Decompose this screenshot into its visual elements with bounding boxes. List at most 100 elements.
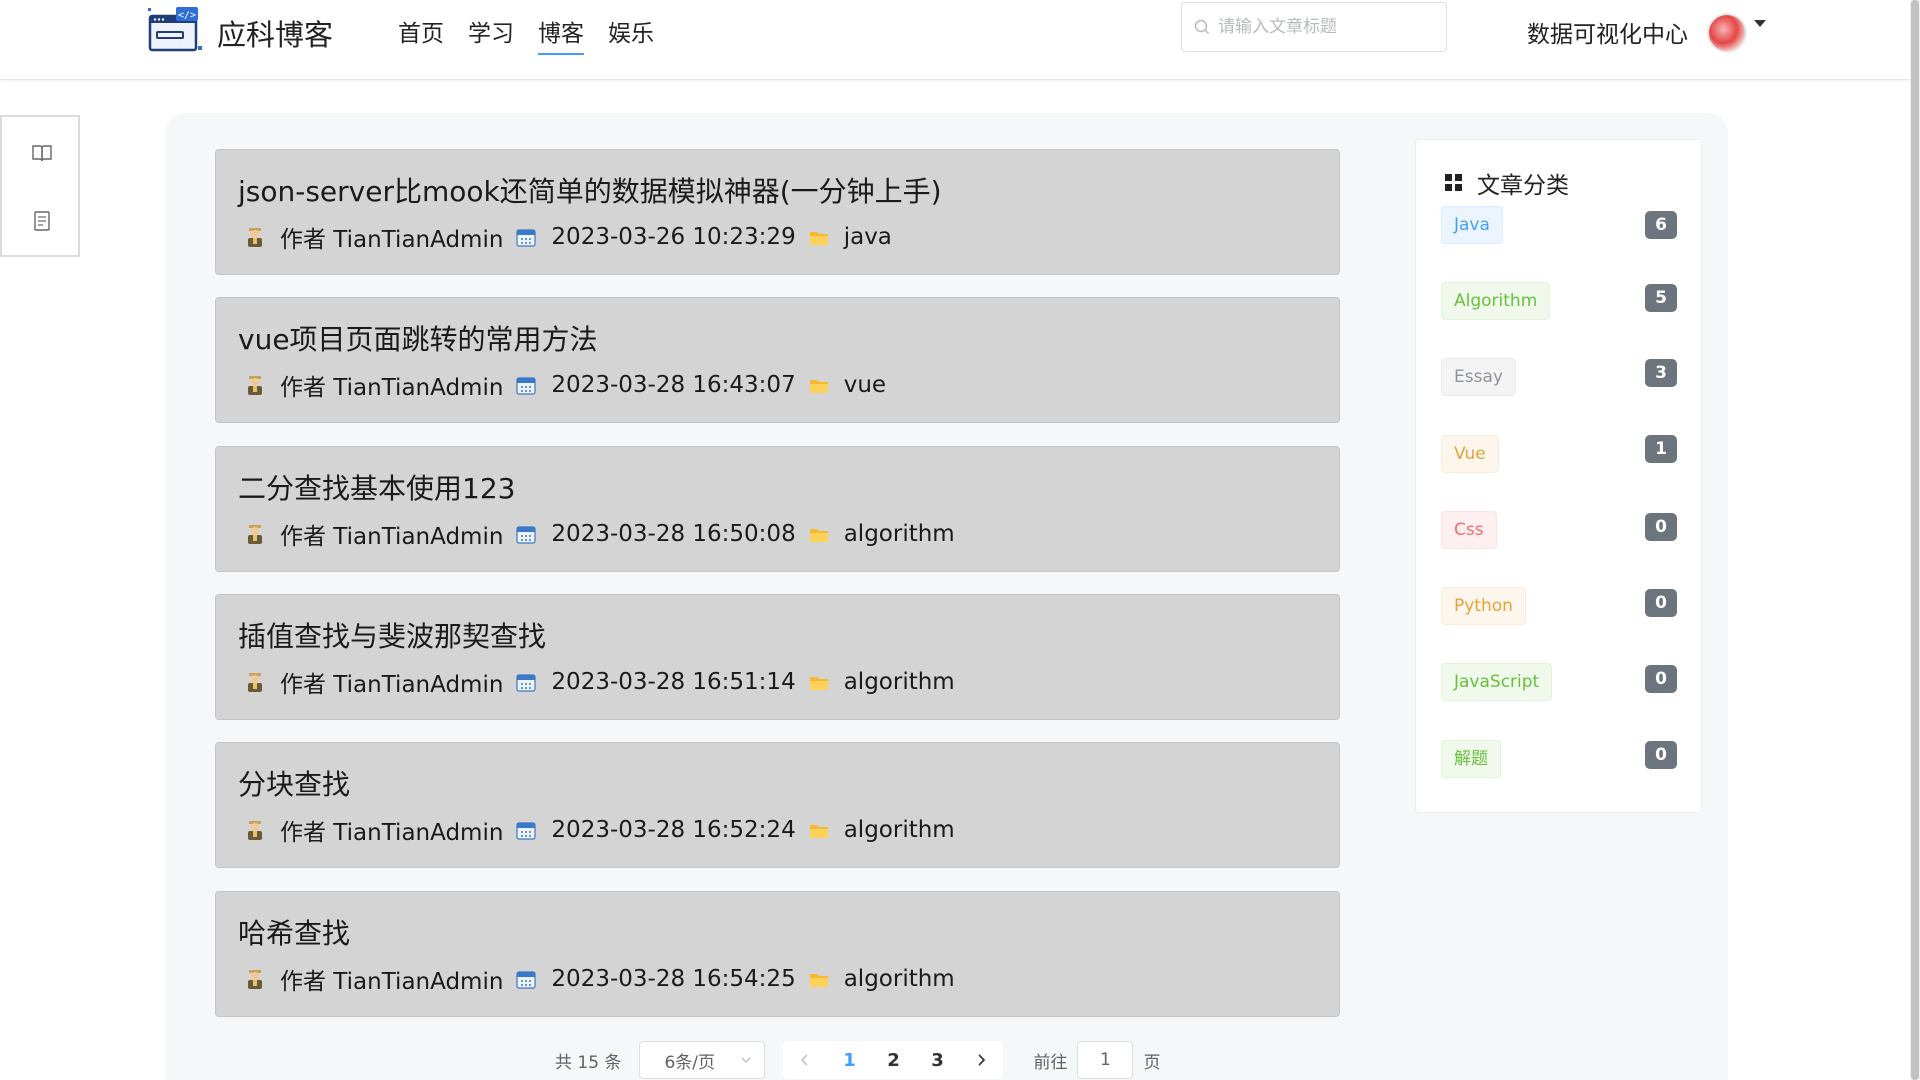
article-category[interactable]: algorithm (844, 817, 955, 843)
article-card[interactable]: vue项目页面跳转的常用方法 作者 TianTianAdmin 2023-03-… (215, 297, 1340, 423)
article-author: 作者 TianTianAdmin (280, 672, 504, 698)
article-category[interactable]: algorithm (844, 966, 955, 992)
author-icon (248, 970, 262, 989)
jump-prefix: 前往 (1033, 1052, 1068, 1073)
article-card[interactable]: 分块查找 作者 TianTianAdmin 2023-03-28 16:52:2… (215, 742, 1340, 868)
article-card[interactable]: 插值查找与斐波那契查找 作者 TianTianAdmin 2023-03-28 … (215, 594, 1340, 720)
logo-icon[interactable]: </> (148, 6, 204, 54)
category-tag[interactable]: Essay (1441, 358, 1516, 396)
data-visualization-link[interactable]: 数据可视化中心 (1527, 15, 1688, 49)
article-title[interactable]: json-server比mook还简单的数据模拟神器(一分钟上手) (238, 170, 942, 210)
calendar-icon (516, 971, 537, 989)
article-date: 2023-03-28 16:51:14 (551, 669, 796, 695)
nav-entertainment[interactable]: 娱乐 (608, 14, 654, 55)
folder-icon (809, 529, 828, 542)
category-count-badge: 0 (1645, 513, 1677, 541)
author-icon (248, 525, 262, 544)
prev-page-button[interactable] (783, 1053, 827, 1067)
article-card[interactable]: 哈希查找 作者 TianTianAdmin 2023-03-28 16:54:2… (215, 891, 1340, 1017)
article-date: 2023-03-28 16:43:07 (551, 372, 796, 398)
calendar-icon (516, 822, 537, 840)
calendar-icon (516, 229, 537, 247)
article-author: 作者 TianTianAdmin (280, 820, 504, 846)
book-open-icon[interactable] (30, 141, 54, 165)
chevron-down-icon (741, 1057, 751, 1064)
article-card[interactable]: 二分查找基本使用123 作者 TianTianAdmin 2023-03-28 … (215, 446, 1340, 572)
page-3-button[interactable]: 3 (915, 1050, 959, 1071)
author-icon (248, 673, 262, 692)
pagination-total: 共 15 条 (555, 1052, 622, 1073)
category-count-badge: 3 (1645, 359, 1677, 387)
article-title[interactable]: vue项目页面跳转的常用方法 (238, 318, 598, 358)
search-icon (1194, 19, 1210, 35)
pagination: 共 15 条 6条/页 1 2 3 前往 页 (555, 1040, 1160, 1080)
article-title[interactable]: 分块查找 (238, 763, 350, 803)
folder-icon (809, 974, 828, 987)
search-input[interactable] (1218, 17, 1428, 37)
article-meta: 作者 TianTianAdmin 2023-03-26 10:23:29 jav… (244, 220, 904, 254)
nav-home[interactable]: 首页 (398, 14, 444, 55)
article-category[interactable]: algorithm (844, 521, 955, 547)
category-header: 文章分类 (1445, 166, 1569, 200)
category-count-badge: 0 (1645, 741, 1677, 769)
category-count-badge: 0 (1645, 589, 1677, 617)
page-2-button[interactable]: 2 (871, 1050, 915, 1071)
article-category[interactable]: algorithm (844, 669, 955, 695)
category-card: 文章分类 Java 6 Algorithm 5 Essay 3 Vue 1 Css 0 Python… (1415, 139, 1702, 813)
article-title[interactable]: 哈希查找 (238, 912, 350, 952)
article-meta: 作者 TianTianAdmin 2023-03-28 16:50:08 alg… (244, 517, 967, 551)
nav-blog[interactable]: 博客 (538, 14, 584, 55)
author-icon (248, 821, 262, 840)
next-page-button[interactable] (959, 1053, 1003, 1067)
article-author: 作者 TianTianAdmin (280, 227, 504, 253)
nav-study[interactable]: 学习 (468, 14, 514, 55)
chevron-right-icon (978, 1054, 986, 1066)
pager: 1 2 3 (783, 1041, 1004, 1079)
article-category[interactable]: vue (844, 372, 886, 398)
article-date: 2023-03-28 16:54:25 (551, 966, 796, 992)
page-jump-input[interactable] (1077, 1041, 1134, 1079)
calendar-icon (516, 526, 537, 544)
article-date: 2023-03-28 16:50:08 (551, 521, 796, 547)
article-title[interactable]: 插值查找与斐波那契查找 (238, 615, 546, 655)
category-count-badge: 0 (1645, 665, 1677, 693)
chevron-left-icon (801, 1054, 809, 1066)
article-date: 2023-03-26 10:23:29 (551, 224, 796, 250)
category-tag[interactable]: Algorithm (1441, 282, 1551, 320)
side-toolbar (0, 115, 80, 257)
article-author: 作者 TianTianAdmin (280, 524, 504, 550)
category-count-badge: 1 (1645, 435, 1677, 463)
search-box (1181, 2, 1447, 52)
jump-suffix: 页 (1143, 1052, 1161, 1073)
document-icon[interactable] (30, 209, 54, 233)
category-tag[interactable]: JavaScript (1441, 663, 1553, 701)
scrollbar[interactable] (1910, 0, 1920, 1080)
article-title[interactable]: 二分查找基本使用123 (238, 467, 515, 507)
category-tag[interactable]: Python (1441, 587, 1526, 625)
article-meta: 作者 TianTianAdmin 2023-03-28 16:51:14 alg… (244, 665, 967, 699)
caret-down-icon[interactable] (1754, 20, 1766, 27)
category-count-badge: 6 (1645, 211, 1677, 239)
page-size-select[interactable]: 6条/页 (639, 1041, 766, 1079)
article-meta: 作者 TianTianAdmin 2023-03-28 16:43:07 vue (244, 368, 898, 402)
page-size-value: 6条/页 (664, 1052, 715, 1073)
author-icon (248, 228, 262, 247)
category-tag[interactable]: Css (1441, 511, 1497, 549)
calendar-icon (516, 377, 537, 395)
category-count-badge: 5 (1645, 284, 1677, 312)
calendar-icon (516, 674, 537, 692)
page-1-button[interactable]: 1 (827, 1050, 871, 1071)
svg-text:</>: </> (178, 10, 196, 21)
article-date: 2023-03-28 16:52:24 (551, 817, 796, 843)
article-category[interactable]: java (844, 224, 892, 250)
category-tag[interactable]: 解题 (1441, 740, 1501, 778)
category-tag[interactable]: Vue (1441, 435, 1499, 473)
avatar[interactable] (1707, 13, 1747, 53)
article-card[interactable]: json-server比mook还简单的数据模拟神器(一分钟上手) 作者 Tia… (215, 149, 1340, 275)
scrollbar-thumb[interactable] (1911, 0, 1919, 1080)
author-icon (248, 376, 262, 395)
brand-name[interactable]: 应科博客 (217, 12, 333, 54)
grid-icon (1445, 174, 1462, 191)
folder-icon (809, 232, 828, 245)
category-tag[interactable]: Java (1441, 206, 1503, 244)
